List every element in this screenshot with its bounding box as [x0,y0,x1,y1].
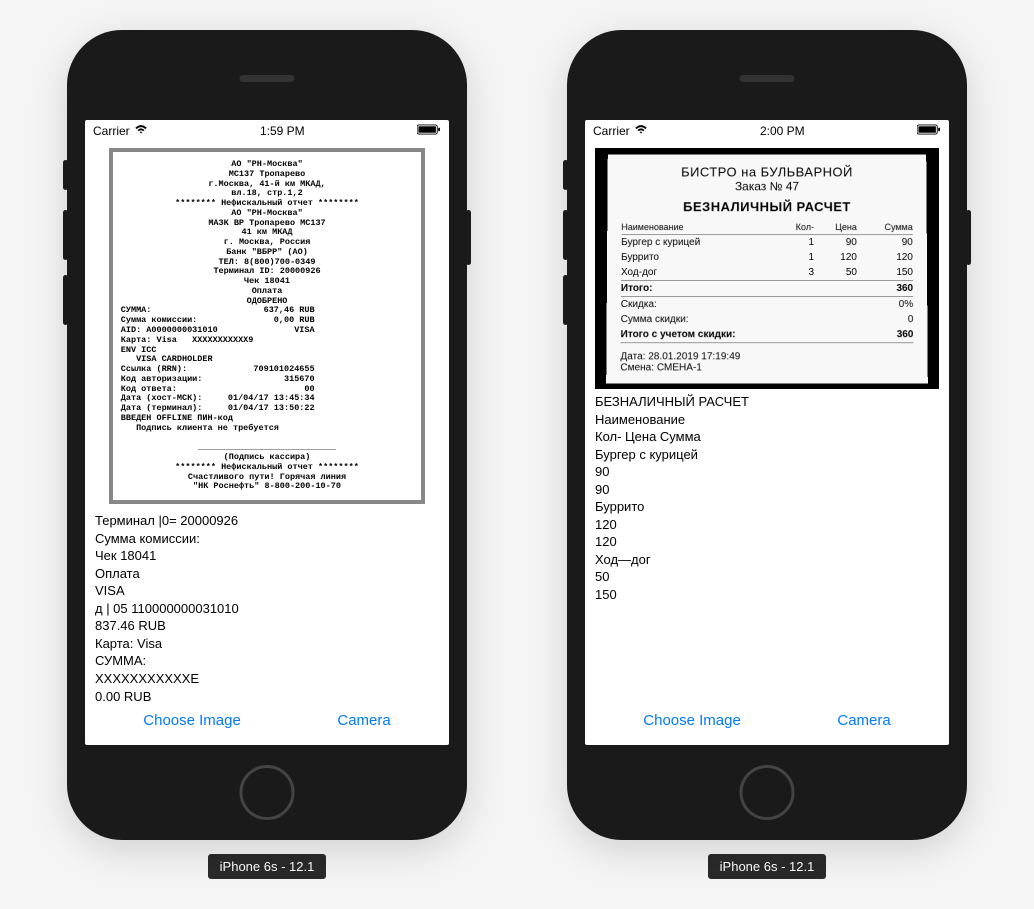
ocr-line: д | 05 110000000031010 [95,600,439,618]
ocr-line: Оплата [95,565,439,583]
carrier-label: Carrier [93,124,130,138]
ocr-line: Сумма комиссии: [95,530,439,548]
clock: 2:00 PM [760,124,805,138]
volume-down [63,275,68,325]
ocr-output: БЕЗНАЛИЧНЫЙ РАСЧЕТНаименованиеКол- Цена … [595,393,939,702]
volume-up [63,210,68,260]
table-row: Бургер с курицей19090 [621,235,913,250]
volume-up [563,210,568,260]
home-button[interactable] [240,765,295,820]
speaker [240,75,295,82]
table-row: Сумма скидки:0 [621,312,914,327]
camera-button[interactable]: Camera [337,712,390,729]
content-area: АО "РН-Москва" МС137 Тропарево г.Москва,… [85,142,449,745]
table-row: Ход-дог350150 [621,265,913,280]
carrier-label: Carrier [593,124,630,138]
button-row: Choose Image Camera [595,702,939,739]
table-row: Итого с учетом скидки:360 [621,327,914,343]
ocr-line: БЕЗНАЛИЧНЫЙ РАСЧЕТ [595,393,939,411]
receipt-image: АО "РН-Москва" МС137 Тропарево г.Москва,… [109,148,425,504]
battery-icon [417,124,441,138]
receipt-heading: БЕЗНАЛИЧНЫЙ РАСЧЕТ [621,199,912,214]
content-area: БИСТРО на БУЛЬВАРНОЙ Заказ № 47 БЕЗНАЛИЧ… [585,142,949,745]
phone-right: Carrier 2:00 PM БИСТРО на БУЛЬВАРНОЙ [567,30,967,879]
screen: Carrier 2:00 PM БИСТРО на БУЛЬВАРНОЙ [585,120,949,745]
home-button[interactable] [740,765,795,820]
receipt-title: БИСТРО на БУЛЬВАРНОЙ [622,165,913,180]
ocr-line: VISA [95,582,439,600]
clock: 1:59 PM [260,124,305,138]
button-row: Choose Image Camera [95,702,439,739]
receipt-order: Заказ № 47 [621,179,912,193]
ocr-line: Чек 18041 [95,547,439,565]
device-label: iPhone 6s - 12.1 [708,854,827,879]
ocr-line: Терминал |0= 20000926 [95,512,439,530]
table-row: Скидка:0% [621,297,914,313]
receipt-table: НаименованиеКол-ЦенаСумма Бургер с куриц… [621,220,914,343]
table-header: Кол- [778,220,814,234]
receipt-shift-label: Смена: [620,362,654,373]
receipt-date-value: 28.01.2019 17:19:49 [648,351,740,362]
status-bar: Carrier 1:59 PM [85,120,449,142]
table-header: Цена [814,220,857,234]
ocr-line: 120 [595,533,939,551]
power-button [966,210,971,265]
choose-image-button[interactable]: Choose Image [143,712,241,729]
ocr-line: 0.00 RUB [95,688,439,703]
ocr-line: Ход—дог [595,551,939,569]
mute-switch [563,160,568,190]
battery-icon [917,124,941,138]
phone-frame: Carrier 1:59 PM АО "РН-Москва" МС137 Тро… [67,30,467,840]
table-row: Буррито1120120 [621,250,913,265]
phone-left: Carrier 1:59 PM АО "РН-Москва" МС137 Тро… [67,30,467,879]
device-label: iPhone 6s - 12.1 [208,854,327,879]
ocr-line: СУММА: [95,652,439,670]
ocr-line: 150 [595,586,939,604]
table-header: Сумма [857,220,913,234]
camera-button[interactable]: Camera [837,712,890,729]
receipt-date-label: Дата: [620,351,645,362]
ocr-line: 90 [595,463,939,481]
power-button [466,210,471,265]
ocr-line: 90 [595,481,939,499]
choose-image-button[interactable]: Choose Image [643,712,741,729]
ocr-line: Наименование [595,411,939,429]
ocr-line: Бургер с курицей [595,446,939,464]
wifi-icon [634,124,648,138]
ocr-output: Терминал |0= 20000926Сумма комиссии:Чек … [95,512,439,702]
phone-frame: Carrier 2:00 PM БИСТРО на БУЛЬВАРНОЙ [567,30,967,840]
table-row: Итого:360 [621,280,913,296]
volume-down [563,275,568,325]
receipt-shift-value: СМЕНА-1 [657,362,702,373]
mute-switch [63,160,68,190]
screen: Carrier 1:59 PM АО "РН-Москва" МС137 Тро… [85,120,449,745]
ocr-line: 50 [595,568,939,586]
table-header: Наименование [621,220,778,234]
ocr-line: Буррито [595,498,939,516]
status-bar: Carrier 2:00 PM [585,120,949,142]
wifi-icon [134,124,148,138]
ocr-line: Кол- Цена Сумма [595,428,939,446]
ocr-line: 120 [595,516,939,534]
ocr-line: Карта: Visa [95,635,439,653]
ocr-line: 837.46 RUB [95,617,439,635]
ocr-line: XXXXXXXXXXXE [95,670,439,688]
receipt-meta: Дата: 28.01.2019 17:19:49 Смена: СМЕНА-1 [620,351,913,373]
receipt-image: БИСТРО на БУЛЬВАРНОЙ Заказ № 47 БЕЗНАЛИЧ… [595,148,939,389]
speaker [740,75,795,82]
